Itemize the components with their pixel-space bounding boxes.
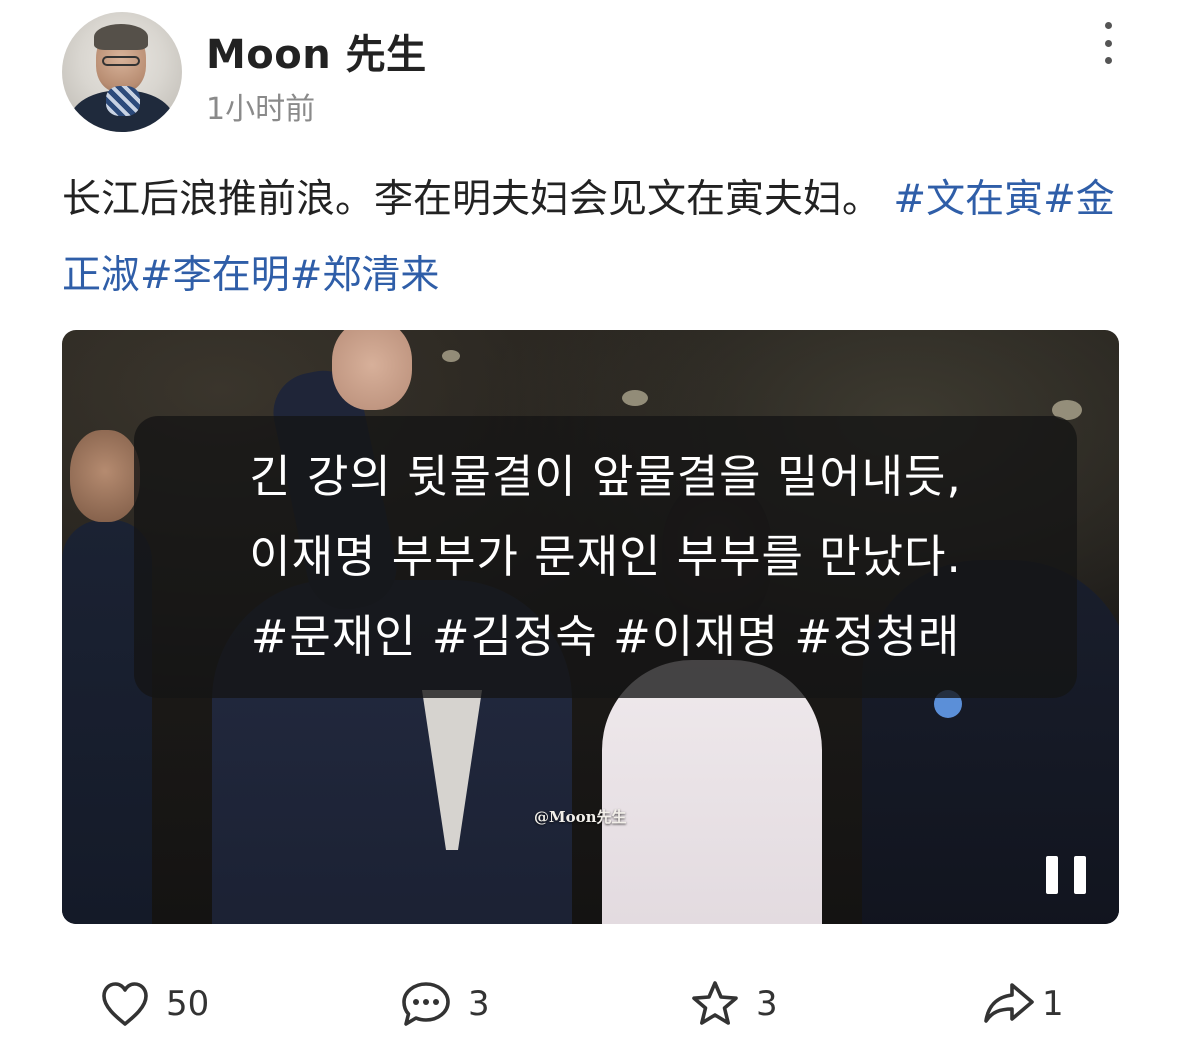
comment-icon	[402, 982, 450, 1026]
share-button[interactable]: 1	[982, 978, 1064, 1030]
favorite-count: 3	[756, 984, 778, 1024]
avatar-glasses	[102, 56, 140, 66]
background-light	[442, 350, 460, 362]
author-avatar[interactable]	[62, 12, 182, 132]
hashtag-link[interactable]: #郑清来	[290, 253, 440, 298]
video-watermark: @Moon先生	[534, 808, 627, 826]
author-name[interactable]: Moon 先生	[206, 22, 427, 80]
waving-hand	[332, 330, 412, 410]
like-button[interactable]: 50	[100, 978, 209, 1030]
hashtag-link[interactable]: #文在寅	[893, 177, 1043, 222]
video-player[interactable]: 긴 강의 뒷물결이 앞물결을 밀어내듯, 이재명 부부가 문재인 부부를 만났다…	[62, 330, 1119, 924]
post-time: 1小时前	[206, 92, 316, 127]
caption-line: #문재인 #김정숙 #이재명 #정청래	[250, 610, 961, 663]
avatar-scarf	[106, 86, 140, 116]
more-options-icon[interactable]	[1090, 18, 1126, 68]
post-body: 长江后浪推前浪。李在明夫妇会见文在寅夫妇。 #文在寅#金正淑#李在明#郑清来	[62, 162, 1122, 314]
person-figure	[70, 430, 140, 522]
share-icon	[984, 983, 1034, 1023]
caption-line: 이재명 부부가 문재인 부부를 만났다.	[249, 530, 962, 583]
post-header: Moon 先生 1小时前	[0, 0, 1179, 150]
favorite-button[interactable]: 3	[690, 978, 778, 1030]
pause-icon[interactable]	[1046, 856, 1086, 894]
star-icon	[692, 981, 738, 1025]
video-caption: 긴 강의 뒷물결이 앞물결을 밀어내듯, 이재명 부부가 문재인 부부를 만났다…	[134, 416, 1077, 698]
heart-icon	[102, 982, 148, 1026]
action-bar: 50 3 3 1	[0, 960, 1179, 1042]
person-figure	[602, 660, 822, 924]
comment-button[interactable]: 3	[400, 978, 490, 1030]
avatar-hair	[94, 24, 148, 50]
caption-line: 긴 강의 뒷물결이 앞물결을 밀어내듯,	[249, 450, 962, 503]
share-count: 1	[1042, 984, 1064, 1024]
comment-count: 3	[468, 984, 490, 1024]
post-text: 长江后浪推前浪。李在明夫妇会见文在寅夫妇。	[62, 177, 894, 222]
hashtag-link[interactable]: #李在明	[140, 253, 290, 298]
background-light	[622, 390, 648, 406]
like-count: 50	[166, 984, 210, 1024]
